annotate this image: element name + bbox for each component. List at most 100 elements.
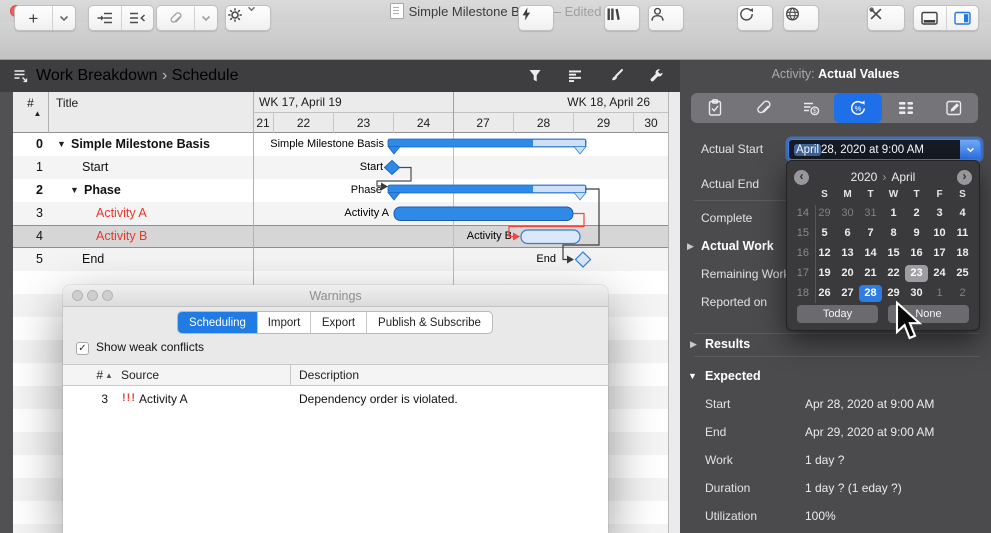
calendar-day[interactable]: 13	[836, 245, 859, 262]
tab-publish-subscribe[interactable]: Publish & Subscribe	[366, 312, 492, 333]
calendar-day[interactable]: 29	[813, 205, 836, 222]
gantt-milestone-end[interactable]	[574, 251, 592, 268]
dialog-close-button[interactable]	[72, 290, 83, 301]
row-title-start[interactable]: Start	[82, 156, 108, 179]
calendar-day[interactable]: 7	[859, 225, 882, 242]
conflicts-button[interactable]	[518, 5, 554, 31]
calendar-day[interactable]: 22	[882, 265, 905, 282]
calendar-day[interactable]: 25	[951, 265, 974, 282]
date-token-month[interactable]: April	[794, 143, 822, 156]
calendar-day[interactable]: 18	[951, 245, 974, 262]
indent-button[interactable]	[89, 6, 121, 30]
disclosure-triangle[interactable]: ▼	[70, 179, 79, 202]
gantt-bar-activity-b[interactable]	[520, 229, 581, 245]
actual-start-field[interactable]: April 28, 2020 at 9:00 AM	[788, 139, 981, 160]
tab-attachments[interactable]	[739, 93, 787, 123]
calendar-day[interactable]: 2	[905, 205, 928, 222]
calendar-day[interactable]: 2	[951, 285, 974, 302]
calendar-day[interactable]: 23	[905, 264, 928, 282]
calendar-day[interactable]: 26	[813, 285, 836, 302]
calendar-prev-button[interactable]: ‹	[794, 169, 809, 185]
add-button[interactable]: +	[15, 6, 52, 30]
calendar-next-button[interactable]: ›	[957, 169, 972, 185]
calendar-day[interactable]: 30	[836, 205, 859, 222]
calendar-month[interactable]: April	[891, 170, 915, 184]
row-title-project[interactable]: Simple Milestone Basis	[71, 133, 210, 156]
sync-button[interactable]	[737, 5, 773, 31]
warning-row-source[interactable]: Activity A	[139, 392, 188, 406]
settings-button[interactable]	[225, 5, 271, 31]
calendar-day[interactable]: 5	[813, 225, 836, 242]
calendar-day[interactable]: 6	[836, 225, 859, 242]
column-header-title[interactable]: Title	[56, 96, 78, 110]
calendar-day[interactable]: 19	[813, 265, 836, 282]
breadcrumb-item-schedule[interactable]: Schedule	[172, 67, 239, 84]
calendar-day[interactable]: 9	[905, 225, 928, 242]
calendar-day[interactable]: 3	[928, 205, 951, 222]
calendar-day[interactable]: 24	[928, 265, 951, 282]
tab-notes[interactable]	[930, 93, 978, 123]
library-button[interactable]	[604, 5, 640, 31]
calendar-day[interactable]: 14	[859, 245, 882, 262]
tab-import[interactable]: Import	[257, 312, 310, 333]
gantt-bar-activity-a[interactable]	[393, 206, 574, 221]
view-wrench-icon[interactable]	[648, 68, 664, 84]
disclosure-triangle[interactable]: ▶	[690, 339, 697, 350]
tools-button[interactable]	[867, 5, 905, 31]
tab-export[interactable]: Export	[310, 312, 366, 333]
date-value-rest[interactable]: 28, 2020 at 9:00 AM	[821, 144, 924, 156]
panel-right-toggle[interactable]	[945, 6, 979, 30]
publish-button[interactable]	[783, 5, 819, 31]
tab-scheduling[interactable]: Scheduling	[178, 312, 257, 333]
tab-finance[interactable]: $	[787, 93, 835, 123]
resources-button[interactable]	[648, 5, 684, 31]
add-options-button[interactable]	[51, 6, 75, 30]
calendar-day[interactable]: 17	[928, 245, 951, 262]
filter-icon[interactable]	[527, 68, 543, 84]
calendar-day[interactable]: 20	[836, 265, 859, 282]
tab-actual-values[interactable]: %	[834, 93, 883, 123]
attach-options-button[interactable]	[193, 6, 217, 30]
grouping-icon[interactable]	[567, 68, 583, 84]
warning-row-description[interactable]: Dependency order is violated.	[299, 392, 458, 406]
calendar-day[interactable]: 21	[859, 265, 882, 282]
calendar-day[interactable]: 11	[951, 225, 974, 242]
scrollbar-gutter[interactable]	[668, 92, 680, 533]
disclosure-triangle[interactable]: ▶	[687, 241, 694, 252]
tab-clipboard[interactable]	[691, 93, 739, 123]
row-title-end[interactable]: End	[82, 248, 104, 271]
panel-bottom-toggle[interactable]	[914, 6, 946, 30]
results-section-label[interactable]: Results	[705, 337, 750, 351]
calendar-year[interactable]: 2020	[851, 170, 878, 184]
date-dropdown-button[interactable]	[960, 140, 980, 159]
calendar-day[interactable]: 30	[905, 285, 928, 302]
calendar-day[interactable]: 1	[882, 205, 905, 222]
gantt-bar-summary-project[interactable]	[387, 138, 587, 155]
calendar-day[interactable]: 8	[882, 225, 905, 242]
column-header-number[interactable]: #	[13, 96, 48, 110]
today-button[interactable]: Today	[797, 305, 878, 323]
row-title-activity-a[interactable]: Activity A	[96, 202, 147, 225]
gantt-bar-summary-phase[interactable]	[387, 184, 587, 201]
gantt-milestone-start[interactable]	[383, 159, 401, 176]
dialog-zoom-button[interactable]	[102, 290, 113, 301]
disclosure-triangle[interactable]: ▼	[688, 371, 697, 381]
dialog-minimize-button[interactable]	[87, 290, 98, 301]
attach-button[interactable]	[157, 6, 194, 30]
breadcrumb-item-work-breakdown[interactable]: Work Breakdown	[36, 67, 158, 84]
row-title-activity-b[interactable]: Activity B	[96, 225, 147, 248]
calendar-day[interactable]: 4	[951, 205, 974, 222]
calendar-day[interactable]: 10	[928, 225, 951, 242]
calendar-day[interactable]: 31	[859, 205, 882, 222]
disclosure-triangle[interactable]: ▼	[57, 133, 66, 156]
calendar-day[interactable]: 15	[882, 245, 905, 262]
row-title-phase[interactable]: Phase	[84, 179, 121, 202]
warnings-col-number[interactable]: #	[83, 368, 103, 382]
outdent-button[interactable]	[120, 6, 154, 30]
expected-section-label[interactable]: Expected	[705, 369, 761, 383]
calendar-day[interactable]: 12	[813, 245, 836, 262]
dialog-titlebar[interactable]: Warnings	[63, 285, 608, 307]
calendar-day[interactable]: 1	[928, 285, 951, 302]
calendar-day[interactable]: 29	[882, 285, 905, 302]
actual-work-label[interactable]: Actual Work	[701, 239, 774, 253]
